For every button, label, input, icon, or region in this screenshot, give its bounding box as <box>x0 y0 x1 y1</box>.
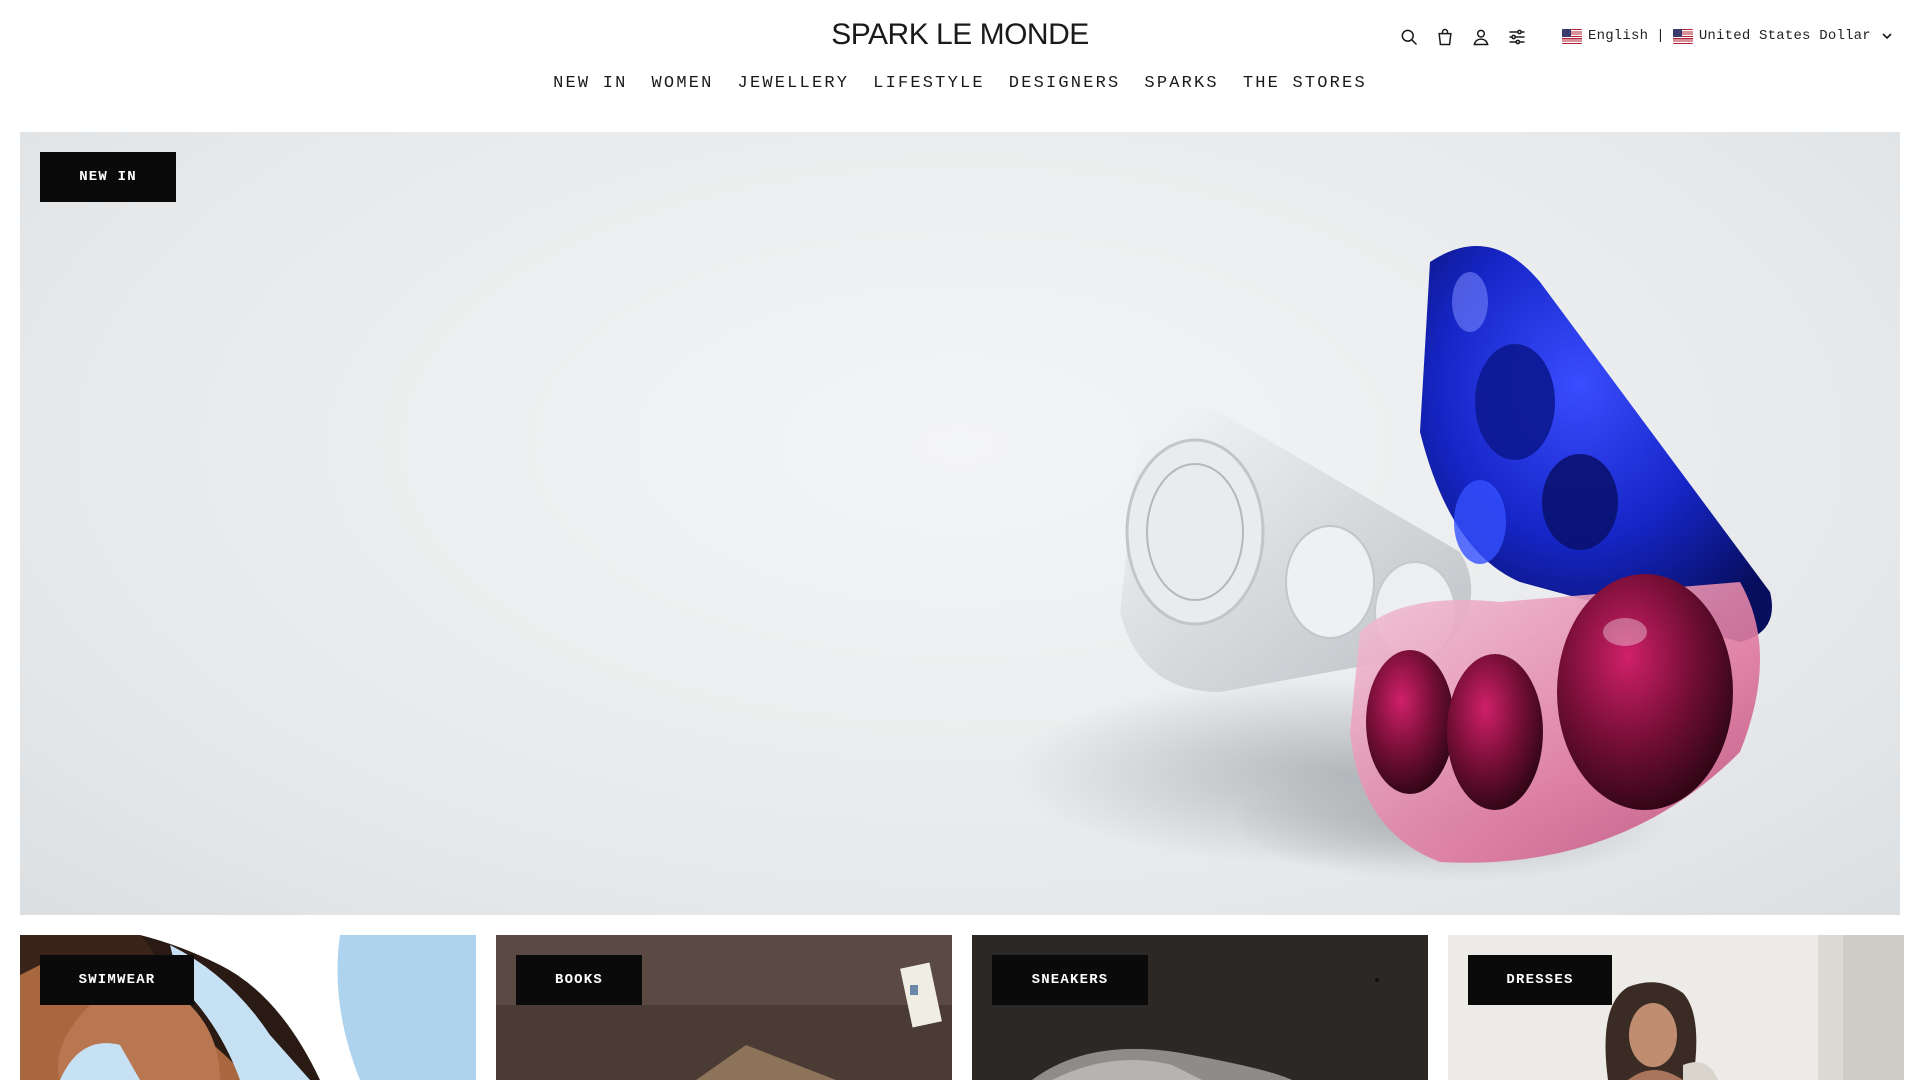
nav-sparks[interactable]: SPARKS <box>1132 74 1230 93</box>
us-flag-icon <box>1562 28 1582 44</box>
site-header: SPARK LE MONDE English | United States D… <box>0 0 1920 132</box>
bag-icon[interactable] <box>1434 26 1456 48</box>
chevron-down-icon <box>1882 33 1892 40</box>
tile-swimwear[interactable]: SWIMWEAR <box>20 935 476 1080</box>
nav-women[interactable]: WOMEN <box>640 74 726 93</box>
hero-badge-new-in[interactable]: NEW IN <box>40 152 176 202</box>
nav-new-in[interactable]: NEW IN <box>541 74 639 93</box>
hero-banner[interactable]: NEW IN <box>20 132 1900 915</box>
tile-badge-sneakers[interactable]: SNEAKERS <box>992 955 1148 1005</box>
search-icon[interactable] <box>1398 26 1420 48</box>
header-icons <box>1398 26 1528 48</box>
locale-selector[interactable]: English | United States Dollar <box>1562 28 1893 44</box>
nav-lifestyle[interactable]: LIFESTYLE <box>861 74 997 93</box>
hero-rings-image <box>1010 246 1772 882</box>
nav-designers[interactable]: DESIGNERS <box>997 74 1133 93</box>
nav-the-stores[interactable]: THE STORES <box>1231 74 1379 93</box>
language-label: English <box>1588 28 1649 44</box>
logo-text[interactable]: SPARK LE MONDE <box>831 18 1089 51</box>
category-tiles: SWIMWEAR BOOKS SNEAKERS DRESSES <box>20 935 1904 1080</box>
tile-dresses[interactable]: DRESSES <box>1448 935 1904 1080</box>
tile-badge-swimwear[interactable]: SWIMWEAR <box>40 955 194 1005</box>
us-flag-icon <box>1672 28 1693 44</box>
locale-separator: | <box>1656 28 1665 44</box>
tile-badge-books[interactable]: BOOKS <box>516 955 642 1005</box>
nav-jewellery[interactable]: JEWELLERY <box>726 74 862 93</box>
tile-badge-dresses[interactable]: DRESSES <box>1468 955 1612 1005</box>
tile-sneakers[interactable]: SNEAKERS <box>972 935 1428 1080</box>
tile-books[interactable]: BOOKS <box>496 935 952 1080</box>
filter-icon[interactable] <box>1506 26 1528 48</box>
account-icon[interactable] <box>1470 26 1492 48</box>
currency-label: United States Dollar <box>1698 28 1871 44</box>
main-nav: NEW IN WOMEN JEWELLERY LIFESTYLE DESIGNE… <box>0 74 1920 93</box>
